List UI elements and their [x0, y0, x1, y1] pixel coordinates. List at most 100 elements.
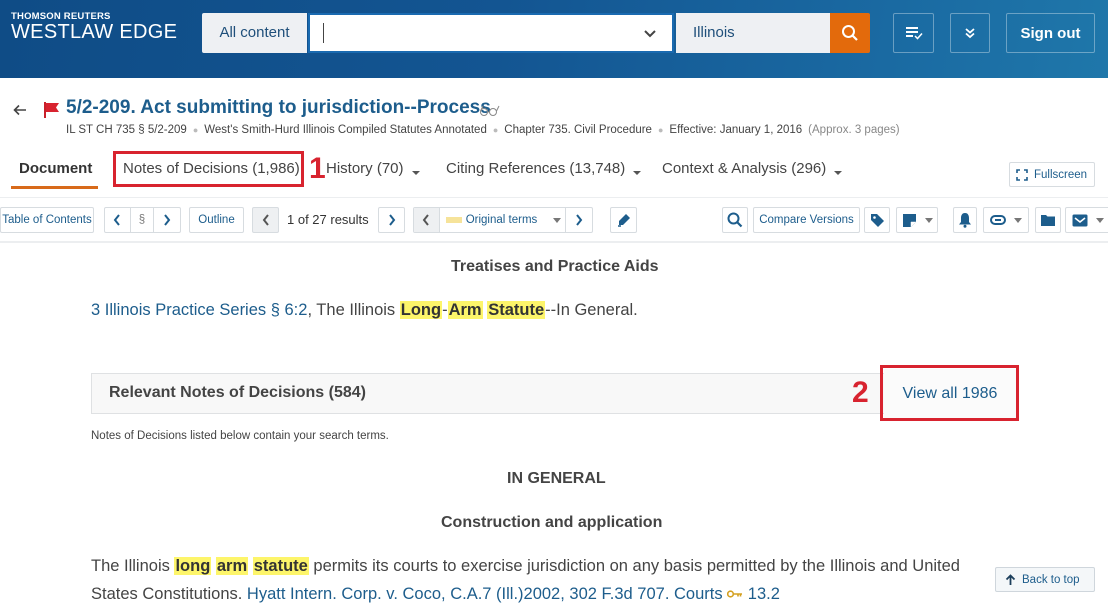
search-term-navigator: Original terms [413, 207, 593, 233]
compare-versions-button[interactable]: Compare Versions [753, 207, 860, 233]
red-flag-icon[interactable] [43, 101, 61, 119]
chapter: Chapter 735. Civil Procedure [504, 124, 652, 136]
chevron-down-icon[interactable] [642, 25, 658, 41]
highlighted-term: Statute [487, 301, 546, 319]
next-term-button[interactable] [566, 208, 592, 232]
folder-list-button[interactable] [893, 13, 934, 53]
tab-citing-references[interactable]: Citing References (13,748) [446, 160, 642, 177]
content-scope-selector[interactable]: All content [202, 13, 307, 53]
treatise-citation: 3 Illinois Practice Series § 6:2, The Il… [91, 301, 638, 319]
previous-result-button[interactable] [252, 207, 279, 233]
caret-down-icon [924, 217, 933, 223]
in-general-heading: IN GENERAL [507, 470, 606, 487]
caret-down-icon [1096, 217, 1104, 223]
note-paragraph-line1: The Illinois long arm statute permits it… [91, 557, 960, 576]
section-symbol[interactable]: § [131, 208, 155, 232]
back-to-top-button[interactable]: Back to top [995, 567, 1095, 592]
alert-button[interactable] [953, 207, 977, 233]
previous-term-button[interactable] [414, 208, 440, 232]
keynote-topic-link[interactable]: Courts [674, 585, 723, 603]
page-length: (Approx. 3 pages) [808, 124, 900, 136]
note-text: States Constitutions. [91, 585, 247, 603]
arrow-up-icon [1005, 573, 1016, 585]
key-icon [727, 590, 743, 598]
result-counter: 1 of 27 results [287, 212, 369, 227]
active-tab-indicator [11, 186, 98, 189]
fullscreen-button[interactable]: Fullscreen [1009, 162, 1095, 187]
brand-main: WESTLAW EDGE [11, 21, 178, 43]
highlight-swatch [445, 217, 462, 223]
highlighted-term: Arm [447, 301, 483, 319]
toolbar-bottom-border [0, 241, 1108, 243]
chevron-right-icon [388, 214, 395, 226]
search-button[interactable] [830, 13, 870, 53]
folder-icon [1041, 215, 1055, 226]
double-chevron-down-icon [965, 28, 975, 39]
outline-button[interactable]: Outline [189, 207, 244, 233]
highlighted-term: statute [252, 557, 309, 575]
terms-dropdown[interactable]: Original terms [440, 208, 567, 232]
tab-context-analysis-label: Context & Analysis (296) [662, 160, 827, 177]
treatise-text: , The Illinois [307, 301, 400, 319]
treatises-heading: Treatises and Practice Aids [451, 258, 659, 275]
note-text: permits its courts to exercise jurisdict… [308, 557, 960, 575]
jurisdiction-selector[interactable]: Illinois [676, 13, 830, 53]
deliver-button[interactable] [1065, 207, 1108, 233]
section-navigator: § [104, 207, 181, 233]
reading-glasses-icon[interactable] [478, 103, 500, 117]
expand-icon [1016, 168, 1028, 181]
highlighter-button[interactable] [610, 207, 637, 233]
tag-button[interactable] [864, 207, 890, 233]
link-icon [990, 215, 1006, 225]
search-in-document-button[interactable] [722, 207, 748, 233]
chevron-left-icon [262, 214, 269, 226]
table-of-contents-button[interactable]: Table of Contents [0, 207, 94, 233]
search-icon [727, 212, 743, 228]
document-title: 5/2-209. Act submitting to jurisdiction-… [66, 97, 491, 118]
search-icon [842, 25, 858, 41]
chevron-left-icon [423, 214, 430, 226]
publication: West's Smith-Hurd Illinois Compiled Stat… [204, 124, 487, 136]
highlighted-term: long [174, 557, 212, 575]
text-cursor [323, 23, 324, 43]
separator-dot: ● [492, 125, 499, 135]
construction-heading: Construction and application [441, 514, 663, 531]
save-to-folder-button[interactable] [1035, 207, 1061, 233]
tab-history[interactable]: History (70) [326, 160, 420, 177]
back-arrow-icon[interactable] [12, 102, 28, 118]
highlighted-term: Long [399, 301, 443, 319]
caret-down-icon [1014, 217, 1022, 223]
chevron-left-icon [114, 214, 121, 226]
caret-down-icon [411, 171, 420, 175]
case-link[interactable]: Hyatt Intern. Corp. v. Coco, C.A.7 (Ill.… [247, 585, 669, 603]
more-options-button[interactable] [950, 13, 990, 53]
highlighted-term: arm [215, 557, 249, 575]
note-button[interactable] [896, 207, 938, 233]
tag-icon [870, 213, 884, 227]
search-input[interactable] [308, 13, 674, 53]
next-section-button[interactable] [154, 208, 180, 232]
link-button[interactable] [983, 207, 1029, 233]
treatise-text-end: --In General. [545, 301, 638, 319]
sign-out-button[interactable]: Sign out [1006, 13, 1095, 53]
relevant-notes-header: Relevant Notes of Decisions (584) [91, 373, 1017, 414]
treatise-link[interactable]: 3 Illinois Practice Series § 6:2 [91, 301, 307, 319]
tab-history-label: History (70) [326, 160, 404, 177]
bell-icon [959, 213, 971, 228]
tab-context-analysis[interactable]: Context & Analysis (296) [662, 160, 843, 177]
separator-dot: ● [657, 125, 664, 135]
highlighter-icon [617, 214, 630, 227]
checklist-icon [905, 27, 923, 40]
citation: IL ST CH 735 § 5/2-209 [66, 124, 187, 136]
westlaw-logo[interactable]: THOMSON REUTERS WESTLAW EDGE [11, 11, 177, 43]
previous-section-button[interactable] [105, 208, 131, 232]
note-text: The Illinois [91, 557, 175, 575]
notes-subtitle: Notes of Decisions listed below contain … [91, 430, 389, 442]
tab-document[interactable]: Document [19, 160, 92, 177]
toolbar-top-border [0, 197, 1108, 198]
keynote-number-link[interactable]: 13.2 [748, 585, 780, 603]
next-result-button[interactable] [378, 207, 405, 233]
sticky-note-icon [902, 213, 916, 227]
caret-down-icon [553, 217, 562, 223]
document-metadata: IL ST CH 735 § 5/2-209 ● West's Smith-Hurd… [66, 124, 900, 136]
